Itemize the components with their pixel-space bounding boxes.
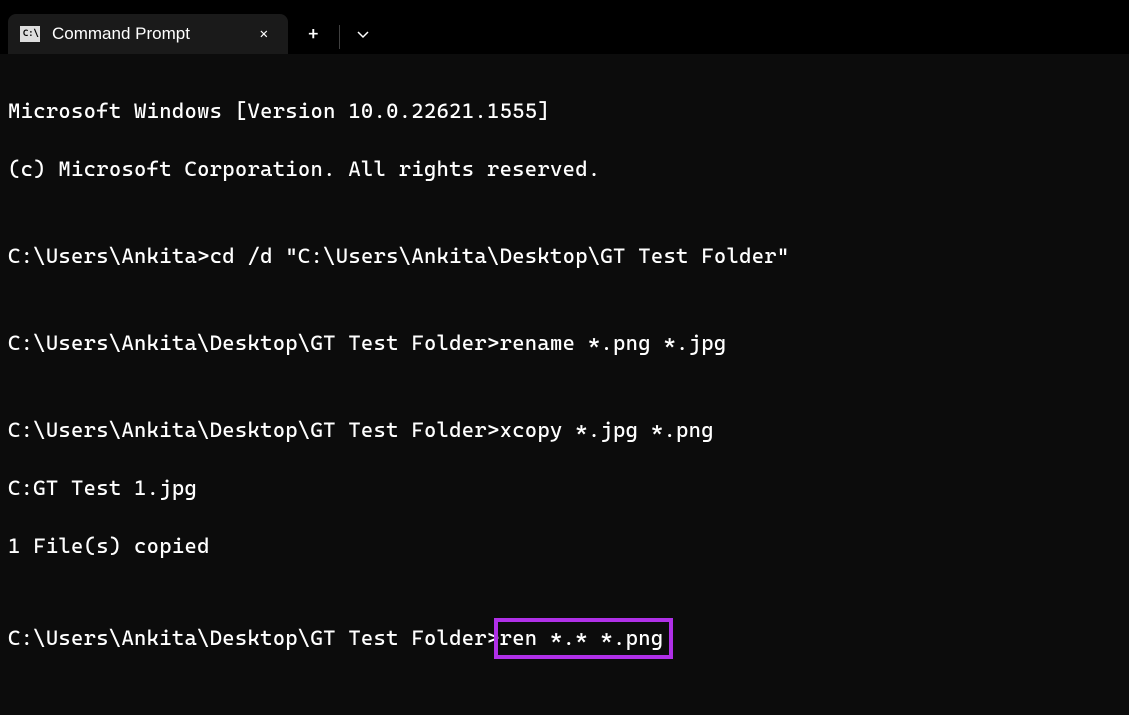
- command-text: ren *.* *.png: [500, 626, 664, 650]
- cmd-icon: C:\: [20, 26, 40, 42]
- version-line: Microsoft Windows [Version 10.0.22621.15…: [8, 97, 1121, 126]
- cmd-line-rename: C:\Users\Ankita\Desktop\GT Test Folder>r…: [8, 329, 1121, 358]
- cmd-icon-glyph: C:\: [23, 30, 39, 39]
- cmd-line-cd: C:\Users\Ankita>cd /d "C:\Users\Ankita\D…: [8, 242, 1121, 271]
- tab-command-prompt[interactable]: C:\ Command Prompt ✕: [8, 14, 288, 54]
- chevron-down-icon: [356, 27, 370, 41]
- prompt: C:\Users\Ankita>: [8, 244, 210, 268]
- cmd-line-xcopy: C:\Users\Ankita\Desktop\GT Test Folder>x…: [8, 416, 1121, 445]
- titlebar: C:\ Command Prompt ✕ +: [0, 0, 1129, 54]
- command-text: cd /d "C:\Users\Ankita\Desktop\GT Test F…: [210, 244, 790, 268]
- prompt: C:\Users\Ankita\Desktop\GT Test Folder>: [8, 418, 500, 442]
- prompt: C:\Users\Ankita\Desktop\GT Test Folder>: [8, 626, 500, 650]
- output-file: C:GT Test 1.jpg: [8, 474, 1121, 503]
- new-tab-button[interactable]: +: [288, 14, 339, 54]
- command-text: rename *.png *.jpg: [500, 331, 727, 355]
- close-icon[interactable]: ✕: [252, 22, 276, 46]
- tab-dropdown-button[interactable]: [340, 14, 386, 54]
- plus-icon: +: [308, 24, 319, 45]
- command-text: xcopy *.jpg *.png: [500, 418, 714, 442]
- output-copied: 1 File(s) copied: [8, 532, 1121, 561]
- copyright-line: (c) Microsoft Corporation. All rights re…: [8, 155, 1121, 184]
- tab-title: Command Prompt: [52, 24, 252, 44]
- prompt: C:\Users\Ankita\Desktop\GT Test Folder>: [8, 331, 500, 355]
- highlighted-command: ren *.* *.png: [494, 618, 674, 659]
- cmd-line-ren: C:\Users\Ankita\Desktop\GT Test Folder>r…: [8, 618, 1121, 659]
- terminal-output[interactable]: Microsoft Windows [Version 10.0.22621.15…: [0, 54, 1129, 702]
